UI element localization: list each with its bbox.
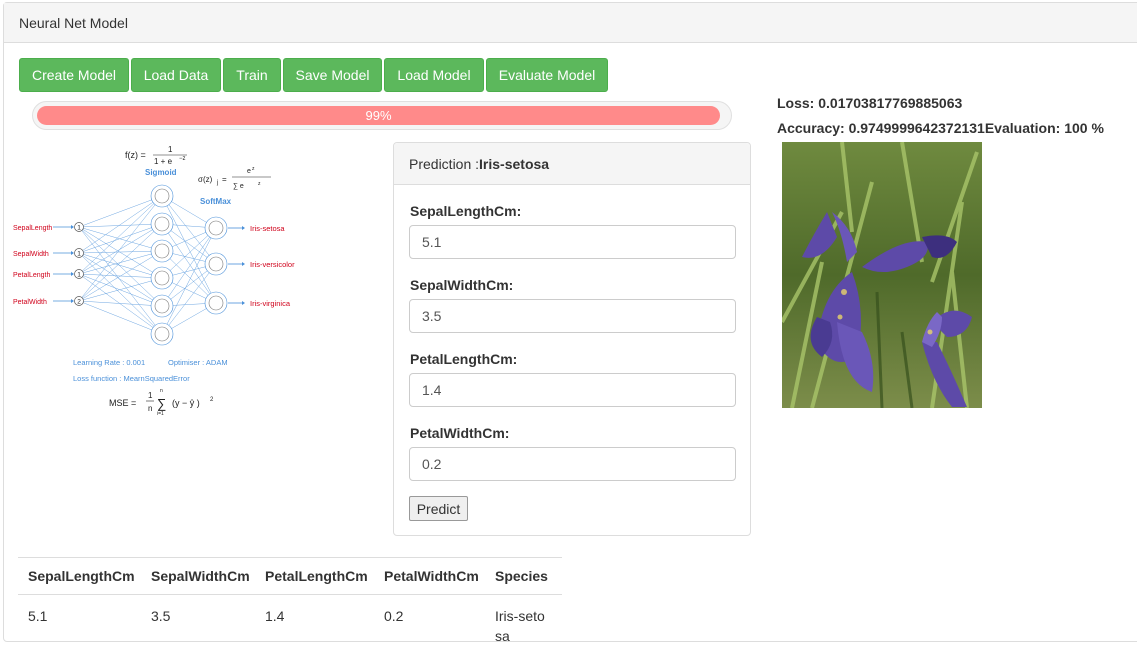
- prediction-result: Iris-setosa: [479, 156, 549, 172]
- optimiser-label: Optimiser : ADAM: [168, 358, 228, 367]
- sigmoid-formula: f(z) = 1 1 + e −z: [125, 145, 187, 166]
- cell-sepal-length: 5.1: [18, 595, 151, 646]
- iris-flower-image: [782, 142, 982, 408]
- table-header-row: SepalLengthCm SepalWidthCm PetalLengthCm…: [18, 558, 562, 595]
- load-model-button[interactable]: Load Model: [384, 58, 484, 92]
- header-sepal-length: SepalLengthCm: [18, 558, 151, 595]
- header-species: Species: [495, 558, 562, 595]
- data-table: SepalLengthCm SepalWidthCm PetalLengthCm…: [18, 557, 562, 646]
- svg-text:e: e: [247, 168, 251, 175]
- svg-text:z: z: [258, 181, 261, 187]
- sepal-length-input[interactable]: [409, 225, 736, 259]
- hidden-node-inner: [155, 189, 169, 203]
- hidden-node-inner: [155, 327, 169, 341]
- panel-header: Neural Net Model: [4, 3, 1137, 43]
- cell-petal-length: 1.4: [265, 595, 384, 646]
- output-node-inner: [209, 296, 223, 310]
- evaluate-model-button[interactable]: Evaluate Model: [486, 58, 608, 92]
- input-label: SepalLength: [13, 225, 52, 232]
- svg-text:∑ e: ∑ e: [233, 183, 244, 190]
- input-node-value: 1: [77, 272, 81, 279]
- hidden-node-inner: [155, 244, 169, 258]
- progress-fill: 99%: [37, 106, 720, 125]
- panel-title: Neural Net Model: [19, 15, 128, 31]
- svg-text:i=1: i=1: [157, 411, 164, 417]
- diagram-outputs: Iris-setosa Iris-versicolor Iris-virginica: [205, 217, 295, 314]
- cell-species: Iris-setosa: [495, 595, 562, 646]
- svg-text:z: z: [252, 166, 255, 172]
- cell-petal-width: 0.2: [384, 595, 495, 646]
- input-node-value: 1: [77, 225, 81, 232]
- svg-text:j: j: [216, 180, 218, 186]
- sepal-length-label: SepalLengthCm:: [410, 203, 521, 219]
- input-label: SepalWidth: [13, 251, 49, 258]
- create-model-button[interactable]: Create Model: [19, 58, 129, 92]
- prediction-prefix: Prediction :: [409, 156, 479, 172]
- output-node-inner: [209, 257, 223, 271]
- svg-text:n: n: [160, 388, 163, 394]
- table-row: 5.1 3.5 1.4 0.2 Iris-setosa: [18, 595, 562, 646]
- output-label: Iris-setosa: [250, 224, 285, 233]
- cell-sepal-width: 3.5: [151, 595, 265, 646]
- train-button[interactable]: Train: [223, 58, 281, 92]
- svg-text:f(z) =: f(z) =: [125, 150, 146, 160]
- input-label: PetalWidth: [13, 299, 47, 306]
- mse-formula: MSE = 1 n ∑ n i=1 (y − ŷ ) 2: [109, 388, 214, 417]
- header-petal-width: PetalWidthCm: [384, 558, 495, 595]
- sigmoid-label: Sigmoid: [145, 168, 177, 177]
- learning-rate-label: Learning Rate : 0.001: [73, 358, 145, 367]
- prediction-panel: Prediction :Iris-setosa SepalLengthCm: S…: [393, 142, 751, 536]
- header-petal-length: PetalLengthCm: [265, 558, 384, 595]
- softmax-formula: σ(z) j = e z ∑ e z: [198, 166, 271, 190]
- prediction-title: Prediction :Iris-setosa: [409, 156, 549, 172]
- training-progress-bar: 99%: [32, 101, 732, 130]
- diagram-inputs: SepalLength 1 SepalWidth 1 PetalLength 1 Petal…: [13, 223, 84, 307]
- output-label: Iris-virginica: [250, 299, 291, 308]
- predict-button[interactable]: Predict: [409, 496, 468, 521]
- accuracy-text: Accuracy: 0.9749999642372131Evaluation: …: [777, 120, 1104, 136]
- svg-text:σ(z): σ(z): [198, 175, 213, 184]
- petal-length-label: PetalLengthCm:: [410, 351, 517, 367]
- svg-text:1: 1: [168, 145, 173, 154]
- input-node-value: 1: [77, 251, 81, 258]
- petal-width-input[interactable]: [409, 447, 736, 481]
- svg-text:2: 2: [210, 397, 214, 403]
- input-node-value: 2: [77, 299, 81, 306]
- hidden-node-inner: [155, 299, 169, 313]
- load-data-button[interactable]: Load Data: [131, 58, 221, 92]
- softmax-label: SoftMax: [200, 197, 232, 206]
- header-sepal-width: SepalWidthCm: [151, 558, 265, 595]
- svg-text:=: =: [222, 175, 227, 184]
- svg-text:1 + e: 1 + e: [154, 157, 173, 166]
- output-node-inner: [209, 221, 223, 235]
- prediction-header: Prediction :Iris-setosa: [394, 143, 750, 185]
- diagram-connections: [79, 196, 216, 334]
- svg-text:1: 1: [148, 391, 153, 400]
- svg-text:n: n: [148, 404, 152, 413]
- svg-text:−z: −z: [179, 156, 186, 162]
- svg-text:MSE =: MSE =: [109, 398, 136, 408]
- hidden-node-inner: [155, 217, 169, 231]
- cell-species-text: Iris-setosa: [495, 606, 545, 646]
- hidden-node-inner: [155, 271, 169, 285]
- output-label: Iris-versicolor: [250, 260, 295, 269]
- loss-function-label: Loss function : MearnSquaredError: [73, 374, 190, 383]
- sepal-width-input[interactable]: [409, 299, 736, 333]
- save-model-button[interactable]: Save Model: [283, 58, 382, 92]
- diagram-hidden-layer: [151, 185, 173, 345]
- neural-net-diagram: f(z) = 1 1 + e −z Sigmoid σ(z) j = e z ∑…: [5, 140, 335, 425]
- svg-text:∑: ∑: [157, 396, 166, 411]
- sepal-width-label: SepalWidthCm:: [410, 277, 513, 293]
- loss-text: Loss: 0.01703817769885063: [777, 95, 962, 111]
- input-label: PetalLength: [13, 272, 50, 279]
- svg-text:(y − ŷ ): (y − ŷ ): [172, 398, 200, 408]
- petal-width-label: PetalWidthCm:: [410, 425, 509, 441]
- petal-length-input[interactable]: [409, 373, 736, 407]
